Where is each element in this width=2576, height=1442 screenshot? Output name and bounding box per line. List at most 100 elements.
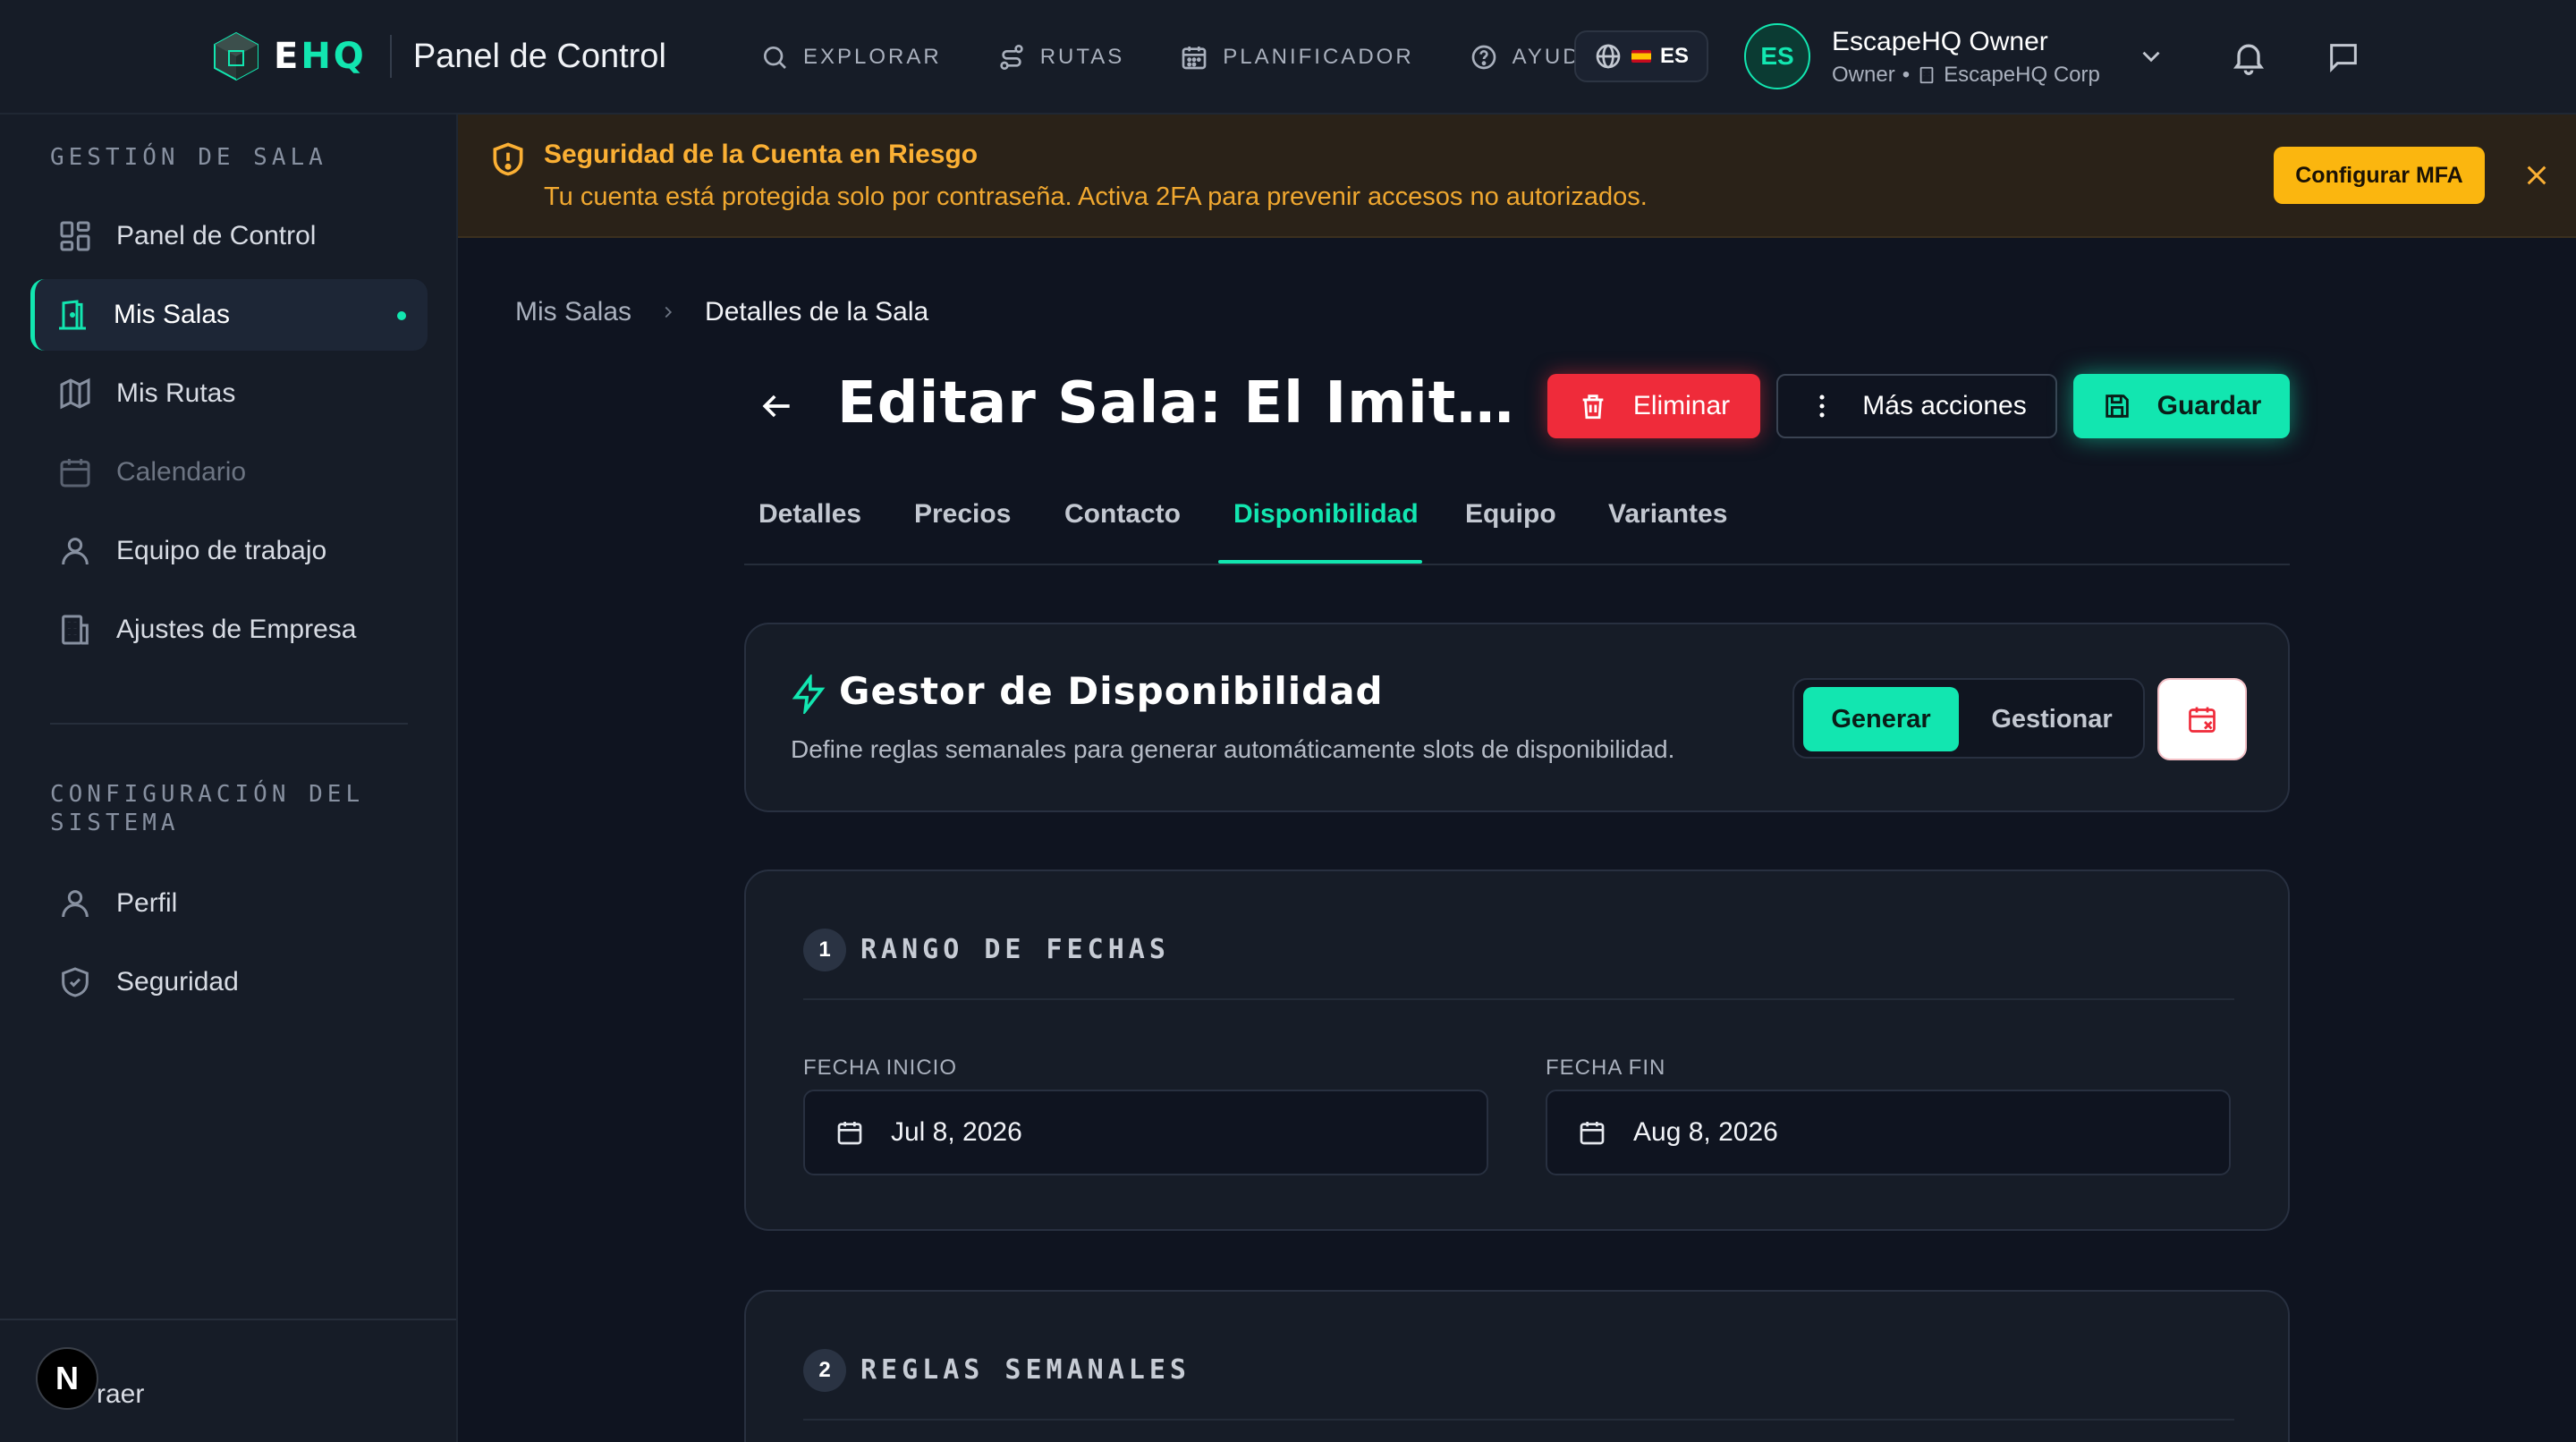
tab-equipo[interactable]: Equipo xyxy=(1465,499,1556,530)
nextjs-badge[interactable]: N xyxy=(36,1347,98,1410)
end-date-field[interactable]: Aug 8, 2026 xyxy=(1546,1090,2231,1175)
avatar[interactable]: ES xyxy=(1744,23,1810,89)
building-icon xyxy=(62,615,89,645)
sidebar-item-perfil[interactable]: Perfil xyxy=(30,868,428,939)
sidebar-item-label: Perfil xyxy=(116,888,178,918)
spain-flag-icon xyxy=(1631,50,1651,63)
back-arrow-icon[interactable] xyxy=(757,386,796,426)
tab-precios[interactable]: Precios xyxy=(914,499,1011,530)
nav-label: EXPLORAR xyxy=(803,45,942,69)
step-number: 1 xyxy=(803,929,846,971)
step-divider xyxy=(803,998,2234,1000)
save-button[interactable]: Guardar xyxy=(2073,374,2290,438)
sidebar-item-calendario[interactable]: Calendario xyxy=(30,437,428,508)
availability-title: Gestor de Disponibilidad xyxy=(839,669,1384,713)
more-actions-button[interactable]: Más acciones xyxy=(1776,374,2057,438)
nav-explorar[interactable]: EXPLORAR xyxy=(760,43,942,72)
sidebar-item-mis-rutas[interactable]: Mis Rutas xyxy=(30,358,428,429)
close-icon[interactable] xyxy=(2522,161,2551,190)
more-actions-label: Más acciones xyxy=(1862,391,2027,420)
brand-divider xyxy=(389,35,392,78)
brand-title: Panel de Control xyxy=(412,37,666,75)
help-icon xyxy=(1471,45,1496,70)
chevron-right-icon xyxy=(665,306,673,318)
sidebar-item-mis-salas[interactable]: Mis Salas xyxy=(30,279,428,351)
chevron-down-icon[interactable] xyxy=(2136,41,2166,72)
collapse-label[interactable]: raer xyxy=(97,1379,144,1410)
message-icon[interactable] xyxy=(2326,39,2361,75)
search-icon xyxy=(764,47,786,69)
nav-label: RUTAS xyxy=(1039,45,1125,69)
lightning-icon xyxy=(792,674,826,714)
separator-dot: • xyxy=(1902,63,1911,87)
dashboard-icon xyxy=(60,221,90,251)
user-role-line: Owner • EscapeHQ Corp xyxy=(1832,63,2100,88)
sidebar-item-label: Mis Rutas xyxy=(116,378,236,408)
page-title: Editar Sala: El Imitad... xyxy=(837,370,1517,437)
active-indicator xyxy=(397,311,406,320)
route-icon xyxy=(1000,45,1023,70)
user-icon xyxy=(62,890,89,918)
cube-logo-icon xyxy=(214,31,258,81)
sidebar-section-heading: CONFIGURACIÓN DEL SISTEMA xyxy=(50,781,365,836)
user-menu[interactable]: EscapeHQ Owner Owner • EscapeHQ Corp xyxy=(1832,27,2100,88)
save-label: Guardar xyxy=(2157,391,2262,420)
breadcrumb: Mis Salas Detalles de la Sala xyxy=(515,297,928,327)
shield-icon xyxy=(62,967,89,997)
sidebar-item-panel[interactable]: Panel de Control xyxy=(30,200,428,272)
nav-planificador[interactable]: PLANIFICADOR xyxy=(1180,43,1413,72)
user-name: EscapeHQ Owner xyxy=(1832,27,2048,56)
manage-mode-button[interactable]: Gestionar xyxy=(1970,687,2134,751)
delete-label: Eliminar xyxy=(1632,391,1731,420)
top-bar: EHQ Panel de Control EXPLORAR RUTAS PLAN… xyxy=(0,0,2576,115)
generate-mode-button[interactable]: Generar xyxy=(1803,687,1959,751)
breadcrumb-current: Detalles de la Sala xyxy=(705,297,929,327)
user-role: Owner xyxy=(1832,63,1895,87)
nav-label: PLANIFICADOR xyxy=(1223,45,1414,69)
start-date-field[interactable]: Jul 8, 2026 xyxy=(803,1090,1488,1175)
language-selector[interactable]: ES xyxy=(1574,30,1708,82)
sidebar-footer-divider xyxy=(0,1319,456,1320)
availability-description: Define reglas semanales para generar aut… xyxy=(791,735,1675,763)
step-title: REGLAS SEMANALES xyxy=(860,1354,1191,1386)
step-divider xyxy=(803,1419,2234,1421)
start-date-label: FECHA INICIO xyxy=(803,1056,958,1080)
nav-rutas[interactable]: RUTAS xyxy=(997,43,1125,72)
globe-icon xyxy=(1596,44,1621,69)
availability-manager-card: Gestor de Disponibilidad Define reglas s… xyxy=(744,623,2290,812)
breadcrumb-parent[interactable]: Mis Salas xyxy=(515,297,631,327)
tab-bar: Detalles Precios Contacto Disponibilidad… xyxy=(744,488,2290,565)
tab-detalles[interactable]: Detalles xyxy=(758,499,861,530)
end-date-label: FECHA FIN xyxy=(1546,1056,1666,1080)
tab-disponibilidad[interactable]: Disponibilidad xyxy=(1233,499,1419,530)
configure-mfa-button[interactable]: Configurar MFA xyxy=(2274,147,2485,204)
brand-wordmark: EHQ xyxy=(274,36,367,77)
sidebar-section-heading: GESTIÓN DE SALA xyxy=(50,144,327,171)
delete-button[interactable]: Eliminar xyxy=(1547,374,1760,438)
language-code: ES xyxy=(1659,44,1689,68)
sidebar-item-equipo[interactable]: Equipo de trabajo xyxy=(30,515,428,587)
end-date-value: Aug 8, 2026 xyxy=(1633,1117,1778,1147)
calendar-icon xyxy=(1182,47,1207,70)
calendar-icon xyxy=(1580,1122,1605,1145)
bell-icon[interactable] xyxy=(2229,38,2268,77)
active-tab-indicator xyxy=(1218,560,1422,564)
brand[interactable]: EHQ Panel de Control xyxy=(209,27,666,86)
clear-slots-button[interactable] xyxy=(2157,678,2247,760)
tab-contacto[interactable]: Contacto xyxy=(1064,499,1181,530)
user-icon xyxy=(62,538,89,565)
tab-variantes[interactable]: Variantes xyxy=(1608,499,1727,530)
date-range-card: 1 RANGO DE FECHAS FECHA INICIO Jul 8, 20… xyxy=(744,869,2290,1231)
security-alert: Seguridad de la Cuenta en Riesgo Tu cuen… xyxy=(458,115,2576,238)
start-date-value: Jul 8, 2026 xyxy=(891,1117,1022,1147)
sidebar-item-seguridad[interactable]: Seguridad xyxy=(30,946,428,1018)
calendar-icon xyxy=(60,459,90,488)
sidebar: GESTIÓN DE SALA Panel de Control Mis Sal… xyxy=(0,115,458,1442)
weekly-rules-card: 2 REGLAS SEMANALES xyxy=(744,1290,2290,1442)
step-number: 2 xyxy=(803,1349,846,1392)
sidebar-item-ajustes-empresa[interactable]: Ajustes de Empresa xyxy=(30,594,428,666)
sidebar-item-label: Ajustes de Empresa xyxy=(116,615,357,644)
trash-icon xyxy=(1582,394,1604,420)
sidebar-item-label: Panel de Control xyxy=(116,221,317,250)
sidebar-item-label: Equipo de trabajo xyxy=(116,536,327,565)
